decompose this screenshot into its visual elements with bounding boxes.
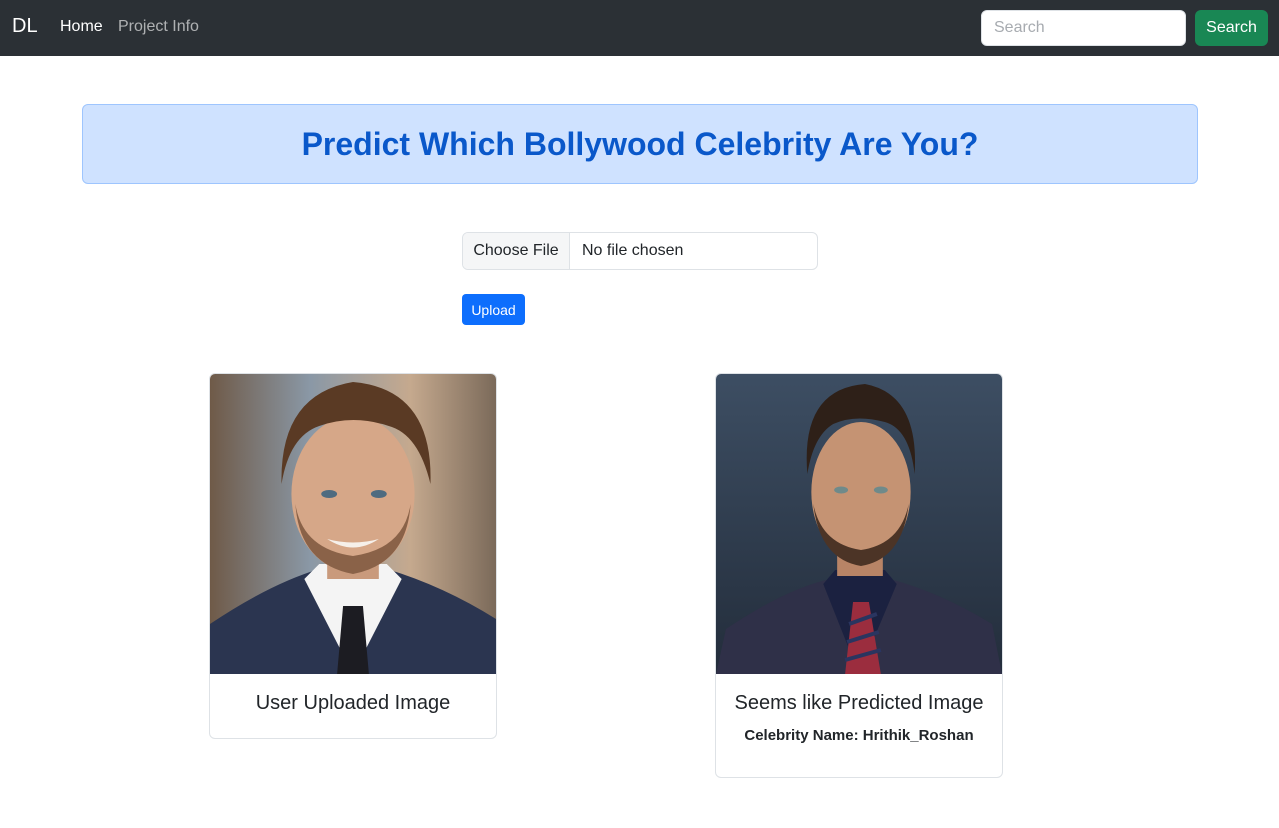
predicted-celebrity-photo (716, 374, 1002, 674)
file-input[interactable]: Choose File No file chosen (462, 232, 818, 270)
celebrity-name-label: Celebrity Name: Hrithik_Roshan (744, 727, 974, 744)
predicted-image-card: Seems like Predicted Image Celebrity Nam… (715, 373, 1003, 778)
upload-button[interactable]: Upload (462, 294, 525, 325)
nav-link-home[interactable]: Home (60, 18, 103, 36)
predicted-card-title: Seems like Predicted Image (734, 692, 984, 714)
user-uploaded-photo (210, 374, 496, 674)
search-input[interactable] (981, 10, 1186, 46)
search-button[interactable]: Search (1195, 10, 1268, 46)
user-image-card: User Uploaded Image (209, 373, 497, 739)
user-card-title: User Uploaded Image (255, 692, 451, 714)
choose-file-button[interactable]: Choose File (463, 233, 570, 269)
file-status-label: No file chosen (582, 242, 684, 259)
navbar: DL Home Project Info Search (0, 0, 1279, 56)
navbar-brand[interactable]: DL (12, 15, 38, 38)
title-banner: Predict Which Bollywood Celebrity Are Yo… (82, 104, 1198, 184)
nav-link-project-info[interactable]: Project Info (118, 18, 199, 36)
page-title: Predict Which Bollywood Celebrity Are Yo… (301, 125, 979, 162)
